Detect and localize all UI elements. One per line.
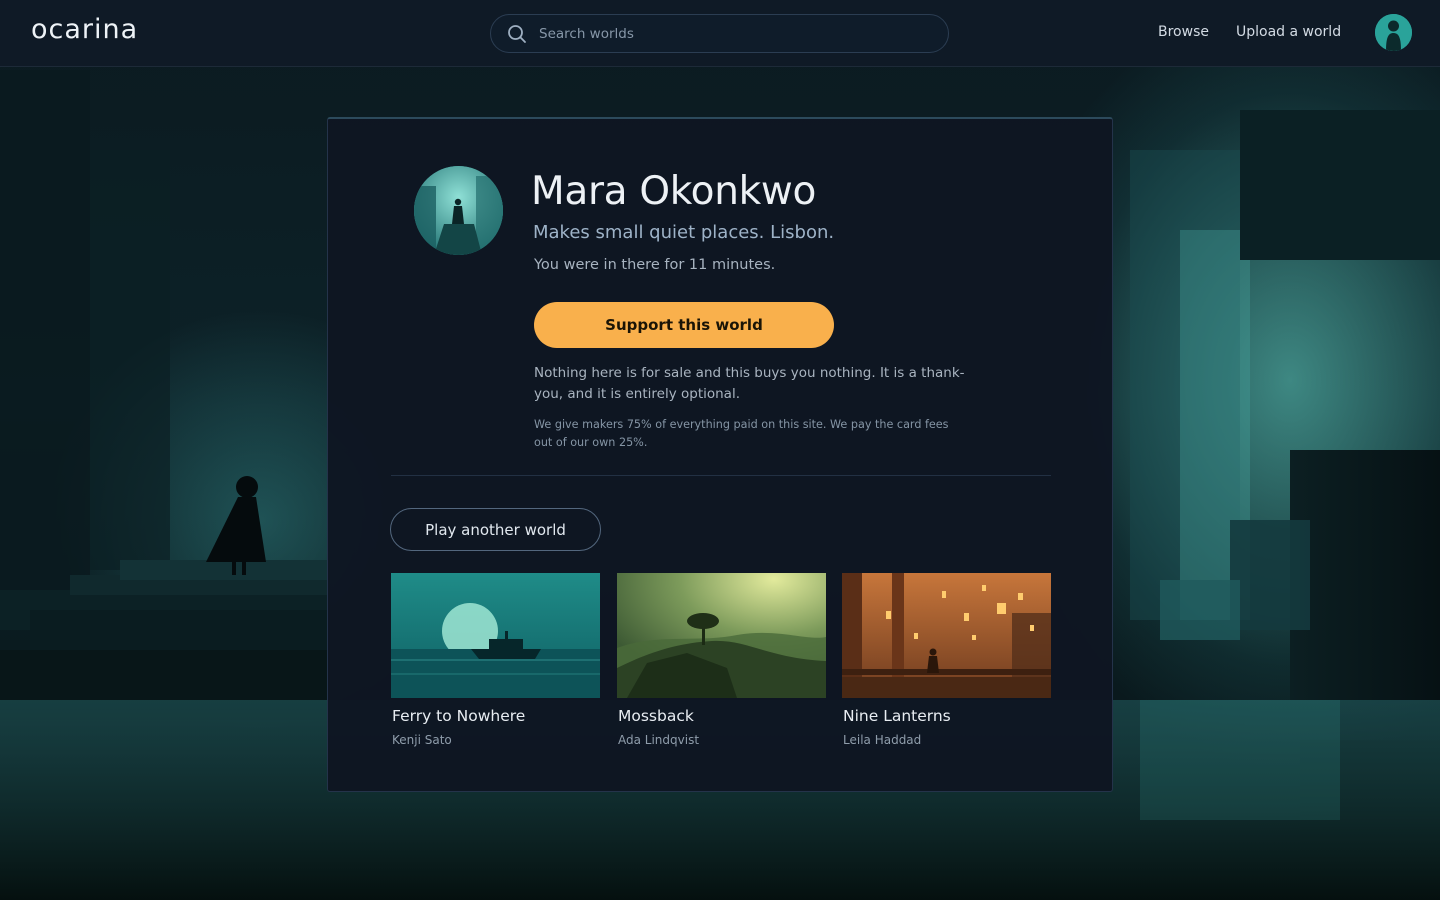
world-title: Ferry to Nowhere: [392, 707, 526, 725]
play-another-world-button[interactable]: Play another world: [390, 508, 601, 551]
user-avatar-image: [1375, 14, 1412, 51]
maker-avatar-image: [414, 166, 503, 255]
ocarina-logo[interactable]: ocarina: [31, 14, 138, 45]
search-icon: [508, 25, 526, 43]
world-title: Nine Lanterns: [843, 707, 951, 725]
maker-name: Mara Okonkwo: [531, 169, 817, 214]
nine-lanterns-thumbnail-image: [842, 573, 1051, 698]
time-spent-text: You were in there for 11 minutes.: [534, 257, 776, 273]
world-title: Mossback: [618, 707, 694, 725]
world-thumbnail: [842, 573, 1051, 698]
support-note: Nothing here is for sale and this buys y…: [534, 365, 965, 402]
mossback-thumbnail-image: [617, 573, 826, 698]
section-divider: [391, 475, 1051, 476]
nav-upload-world-link[interactable]: Upload a world: [1236, 24, 1341, 40]
world-author: Ada Lindqvist: [618, 733, 700, 747]
ferry-thumbnail-image: [391, 573, 600, 698]
support-fine-print: We give makers 75% of everything paid on…: [534, 418, 949, 449]
support-world-button[interactable]: Support this world: [534, 302, 834, 348]
maker-bio: Makes small quiet places. Lisbon.: [533, 222, 835, 243]
nav-browse-link[interactable]: Browse: [1158, 24, 1209, 40]
search-input[interactable]: [539, 15, 929, 52]
maker-avatar[interactable]: [414, 166, 503, 255]
world-thumbnail: [617, 573, 826, 698]
world-author: Leila Haddad: [843, 733, 922, 747]
world-suggestions: Ferry to Nowhere Kenji Sato Mossback Ada…: [391, 573, 1051, 753]
world-card[interactable]: Mossback Ada Lindqvist: [617, 573, 826, 753]
world-end-card: Mara Okonkwo Makes small quiet places. L…: [327, 117, 1113, 792]
world-card[interactable]: Ferry to Nowhere Kenji Sato: [391, 573, 600, 753]
world-thumbnail: [391, 573, 600, 698]
search-box[interactable]: [490, 14, 949, 53]
figure-silhouette-left: [206, 476, 266, 575]
world-card[interactable]: Nine Lanterns Leila Haddad: [842, 573, 1051, 753]
user-avatar[interactable]: [1375, 14, 1412, 51]
world-author: Kenji Sato: [392, 733, 452, 747]
top-navigation-bar: ocarina Browse Upload a world: [0, 0, 1440, 67]
